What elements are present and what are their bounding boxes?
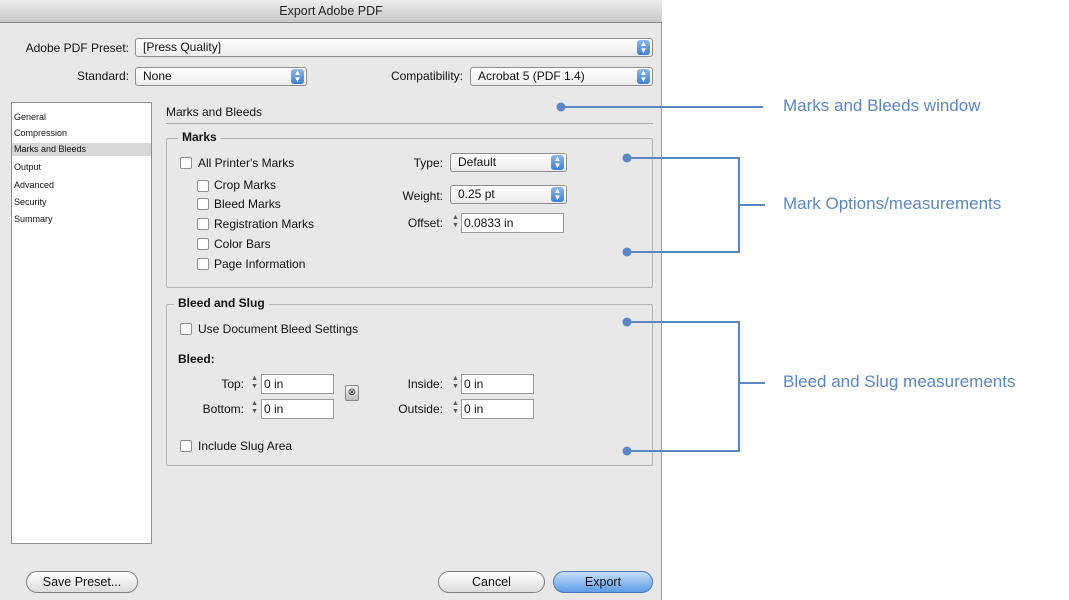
top-stepper-icon[interactable]: ▲ ▼ — [250, 375, 259, 393]
window-title: Export Adobe PDF — [0, 0, 662, 23]
popup-arrows-icon: ▲ ▼ — [637, 69, 650, 84]
bottom-stepper-icon[interactable]: ▲ ▼ — [250, 400, 259, 418]
registration-marks-label: Registration Marks — [214, 217, 315, 231]
popup-arrows-icon: ▲ ▼ — [637, 40, 650, 55]
sidebar-item-general[interactable]: General — [12, 111, 151, 124]
offset-stepper-icon[interactable]: ▲ ▼ — [451, 214, 460, 232]
outside-field[interactable]: 0 in — [461, 399, 534, 419]
panel-title-divider — [166, 123, 653, 124]
include-slug-label: Include Slug Area — [198, 439, 293, 453]
offset-field[interactable]: 0.0833 in — [461, 213, 564, 233]
registration-marks-checkbox[interactable] — [197, 218, 209, 230]
crop-marks-checkbox[interactable] — [197, 180, 209, 192]
weight-value: 0.25 pt — [458, 187, 495, 201]
bleed-label: Bleed: — [178, 352, 215, 366]
compatibility-select[interactable]: Acrobat 5 (PDF 1.4) ▲ ▼ — [470, 67, 653, 86]
save-preset-button[interactable]: Save Preset... — [26, 571, 138, 593]
type-label: Type: — [413, 156, 443, 170]
offset-label: Offset: — [407, 216, 443, 230]
export-pdf-dialog: Export Adobe PDF Adobe PDF Preset: [Pres… — [0, 0, 662, 600]
sidebar-item-compression[interactable]: Compression — [12, 127, 151, 140]
callout-bleed-slug: Bleed and Slug measurements — [783, 372, 1016, 391]
standard-label: Standard: — [76, 69, 129, 83]
preset-label: Adobe PDF Preset: — [25, 41, 129, 55]
color-bars-checkbox[interactable] — [197, 238, 209, 250]
standard-select[interactable]: None ▲ ▼ — [135, 67, 307, 86]
popup-arrows-icon: ▲ ▼ — [551, 155, 564, 170]
export-button[interactable]: Export — [553, 571, 653, 593]
popup-arrows-icon: ▲ ▼ — [551, 187, 564, 202]
panel-title: Marks and Bleeds — [166, 105, 263, 119]
sidebar-item-security[interactable]: Security — [12, 196, 151, 209]
bottom-field[interactable]: 0 in — [261, 399, 334, 419]
weight-label: Weight: — [402, 189, 443, 203]
preset-value: [Press Quality] — [143, 40, 222, 54]
standard-value: None — [143, 69, 172, 83]
type-value: Default — [458, 155, 497, 169]
popup-arrows-icon: ▲ ▼ — [291, 69, 304, 84]
top-label: Top: — [221, 377, 244, 391]
sidebar-item-summary[interactable]: Summary — [12, 213, 151, 226]
sidebar-item-advanced[interactable]: Advanced — [12, 179, 151, 192]
sidebar-item-output[interactable]: Output — [12, 161, 151, 174]
sidebar-item-marks-and-bleeds[interactable]: Marks and Bleeds — [12, 143, 151, 156]
callout-mark-options: Mark Options/measurements — [783, 194, 1002, 213]
outside-stepper-icon[interactable]: ▲ ▼ — [451, 400, 460, 418]
crop-marks-label: Crop Marks — [214, 178, 277, 192]
all-printers-marks-label: All Printer's Marks — [198, 156, 295, 170]
bleed-marks-label: Bleed Marks — [214, 197, 281, 211]
preset-select[interactable]: [Press Quality] ▲ ▼ — [135, 38, 653, 57]
page-information-checkbox[interactable] — [197, 258, 209, 270]
bleed-marks-checkbox[interactable] — [197, 198, 209, 210]
inside-stepper-icon[interactable]: ▲ ▼ — [451, 375, 460, 393]
page-information-label: Page Information — [214, 257, 306, 271]
cancel-button[interactable]: Cancel — [438, 571, 545, 593]
callout-marks-and-bleeds-window: Marks and Bleeds window — [783, 96, 981, 115]
inside-label: Inside: — [407, 377, 443, 391]
chain-link-icon[interactable]: ⊗ — [345, 385, 359, 401]
include-slug-checkbox[interactable] — [180, 440, 192, 452]
category-list: General Compression Marks and Bleeds Out… — [11, 102, 152, 544]
top-field[interactable]: 0 in — [261, 374, 334, 394]
bleed-slug-group-title: Bleed and Slug — [174, 296, 269, 310]
outside-label: Outside: — [398, 402, 443, 416]
color-bars-label: Color Bars — [214, 237, 271, 251]
use-document-bleed-checkbox[interactable] — [180, 323, 192, 335]
compatibility-value: Acrobat 5 (PDF 1.4) — [478, 69, 585, 83]
use-document-bleed-label: Use Document Bleed Settings — [198, 322, 359, 336]
compatibility-label: Compatibility: — [390, 69, 463, 83]
weight-select[interactable]: 0.25 pt ▲ ▼ — [450, 185, 567, 204]
inside-field[interactable]: 0 in — [461, 374, 534, 394]
type-select[interactable]: Default ▲ ▼ — [450, 153, 567, 172]
all-printers-marks-checkbox[interactable] — [180, 157, 192, 169]
marks-group-title: Marks — [178, 130, 221, 144]
bottom-label: Bottom: — [202, 402, 244, 416]
